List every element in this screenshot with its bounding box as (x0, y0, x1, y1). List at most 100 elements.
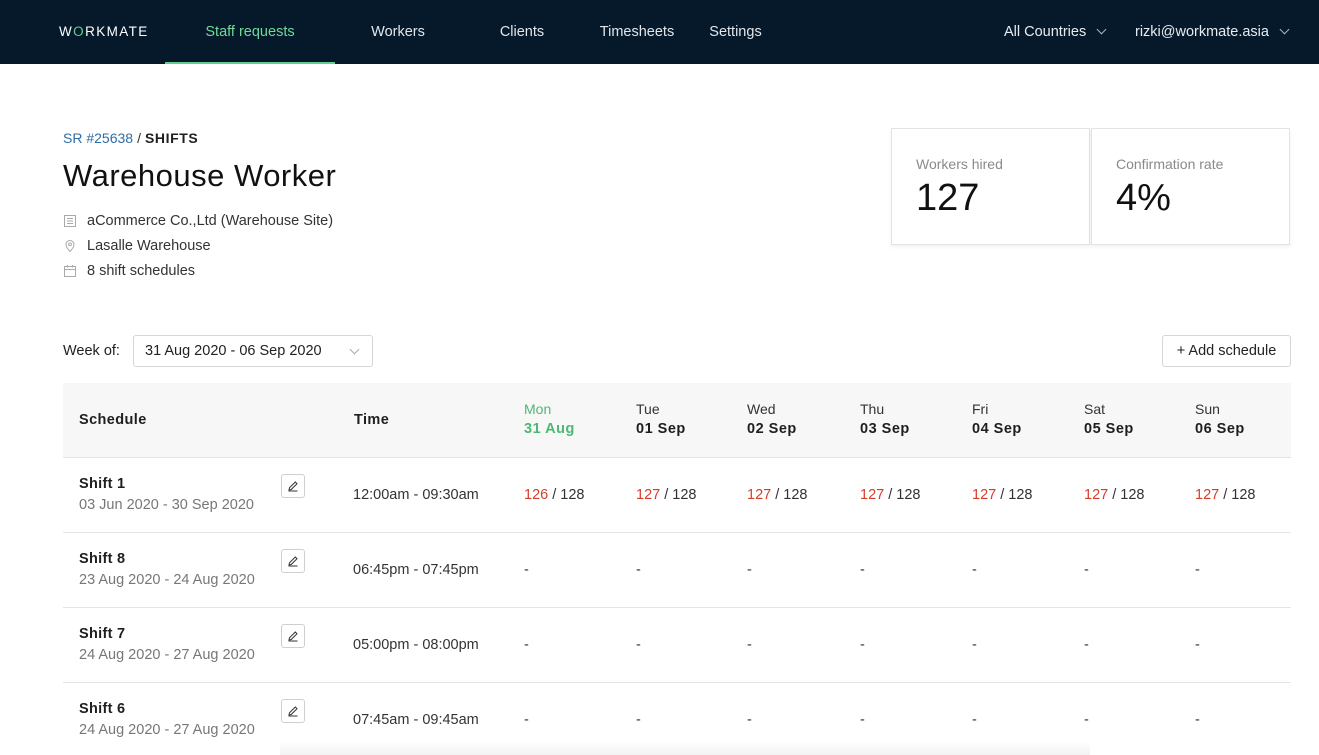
client-name: aCommerce Co.,Ltd (Warehouse Site) (87, 213, 334, 229)
day-name: Tue (636, 401, 660, 417)
shift-name[interactable]: Shift 6 (79, 701, 125, 717)
country-selector[interactable]: All Countries (1004, 0, 1107, 64)
shift-time: 05:00pm - 08:00pm (353, 637, 479, 653)
user-menu[interactable]: rizki@workmate.asia (1135, 0, 1290, 64)
day-cell[interactable]: 126 / 128 (524, 487, 585, 503)
day-date: 04 Sep (972, 421, 1022, 437)
user-email: rizki@workmate.asia (1135, 24, 1269, 40)
filled-count: 127 (972, 487, 997, 503)
day-date: 05 Sep (1084, 421, 1134, 437)
day-cell[interactable]: - (860, 712, 865, 728)
nav-timesheets[interactable]: Timesheets (592, 0, 682, 64)
table-row[interactable]: Shift 1 03 Jun 2020 - 30 Sep 2020 12:00a… (63, 458, 1291, 533)
chevron-down-icon (349, 344, 360, 355)
shift-time: 06:45pm - 07:45pm (353, 562, 479, 578)
day-cell[interactable]: 127 / 128 (1084, 487, 1145, 503)
nav-settings[interactable]: Settings (703, 0, 768, 64)
day-cell[interactable]: - (524, 562, 529, 578)
shift-date-range: 24 Aug 2020 - 27 Aug 2020 (79, 647, 255, 663)
location-pin-icon (65, 239, 75, 253)
day-cell[interactable]: - (524, 712, 529, 728)
total-count: 128 (783, 487, 808, 503)
day-name: Wed (747, 401, 776, 417)
week-select-value: 31 Aug 2020 - 06 Sep 2020 (145, 343, 322, 359)
total-count: 128 (1120, 487, 1145, 503)
day-cell[interactable]: 127 / 128 (636, 487, 697, 503)
day-cell[interactable]: - (860, 637, 865, 653)
shift-name[interactable]: Shift 8 (79, 551, 125, 567)
table-row[interactable]: Shift 8 23 Aug 2020 - 24 Aug 2020 06:45p… (63, 533, 1291, 608)
nav-workers[interactable]: Workers (355, 0, 441, 64)
day-cell[interactable]: - (972, 562, 977, 578)
location-info: Lasalle Warehouse (63, 238, 211, 254)
table-row[interactable]: Shift 7 24 Aug 2020 - 27 Aug 2020 05:00p… (63, 608, 1291, 683)
day-cell[interactable]: - (1195, 712, 1200, 728)
day-cell[interactable]: - (747, 712, 752, 728)
day-cell[interactable]: 127 / 128 (1195, 487, 1256, 503)
edit-shift-button[interactable] (281, 549, 305, 573)
day-cell[interactable]: - (636, 562, 641, 578)
day-cell[interactable]: - (1084, 637, 1089, 653)
stat-label: Workers hired (916, 156, 1003, 172)
pencil-icon (288, 631, 298, 642)
calendar-icon (64, 265, 76, 277)
day-cell[interactable]: - (636, 712, 641, 728)
day-cell[interactable]: - (1195, 637, 1200, 653)
day-cell[interactable]: - (636, 637, 641, 653)
week-select[interactable]: 31 Aug 2020 - 06 Sep 2020 (133, 335, 373, 367)
day-cell[interactable]: - (972, 712, 977, 728)
breadcrumb: SR #25638/SHIFTS (63, 130, 198, 146)
day-cell[interactable]: - (747, 637, 752, 653)
nav-clients[interactable]: Clients (488, 0, 556, 64)
pencil-icon (288, 706, 298, 717)
filled-count: 127 (747, 487, 772, 503)
filled-count: 127 (636, 487, 661, 503)
shift-time: 07:45am - 09:45am (353, 712, 479, 728)
day-name: Sat (1084, 401, 1106, 417)
shift-name[interactable]: Shift 7 (79, 626, 125, 642)
total-count: 128 (896, 487, 921, 503)
breadcrumb-sr-link[interactable]: SR #25638 (63, 130, 133, 146)
location-name: Lasalle Warehouse (87, 238, 211, 254)
day-date: 01 Sep (636, 421, 686, 437)
filled-count: 127 (860, 487, 885, 503)
day-name: Thu (860, 401, 885, 417)
day-cell[interactable]: - (1084, 562, 1089, 578)
edit-shift-button[interactable] (281, 474, 305, 498)
nav-staff-requests[interactable]: Staff requests (165, 0, 335, 64)
day-date: 31 Aug (524, 421, 575, 437)
total-count: 128 (1231, 487, 1256, 503)
country-label: All Countries (1004, 24, 1087, 40)
column-header-schedule: Schedule (79, 412, 147, 428)
add-schedule-button[interactable]: + Add schedule (1162, 335, 1291, 367)
shift-name[interactable]: Shift 1 (79, 476, 125, 492)
confirmation-rate-card: Confirmation rate 4% (1091, 128, 1290, 245)
column-header-day: Sun 06 Sep (1195, 401, 1245, 437)
schedule-count: 8 shift schedules (87, 263, 196, 279)
week-label: Week of: (63, 343, 120, 359)
total-count: 128 (1008, 487, 1033, 503)
day-cell[interactable]: - (1084, 712, 1089, 728)
day-name: Fri (972, 401, 989, 417)
workmate-logo[interactable]: WORKMATE (59, 24, 149, 39)
edit-shift-button[interactable] (281, 624, 305, 648)
day-cell[interactable]: - (1195, 562, 1200, 578)
day-cell[interactable]: - (747, 562, 752, 578)
chevron-down-icon (1096, 24, 1107, 35)
breadcrumb-current: SHIFTS (144, 130, 199, 146)
filled-count: 127 (1084, 487, 1109, 503)
stat-value: 4% (1116, 177, 1171, 219)
schedules-info: 8 shift schedules (63, 263, 195, 279)
edit-shift-button[interactable] (281, 699, 305, 723)
total-count: 128 (560, 487, 585, 503)
day-cell[interactable]: 127 / 128 (860, 487, 921, 503)
day-cell[interactable]: - (860, 562, 865, 578)
day-cell[interactable]: - (524, 637, 529, 653)
day-cell[interactable]: - (972, 637, 977, 653)
stat-label: Confirmation rate (1116, 156, 1224, 172)
day-cell[interactable]: 127 / 128 (747, 487, 808, 503)
pencil-icon (288, 556, 298, 567)
chevron-down-icon (1279, 24, 1290, 35)
column-header-day: Mon 31 Aug (524, 401, 575, 437)
day-cell[interactable]: 127 / 128 (972, 487, 1033, 503)
